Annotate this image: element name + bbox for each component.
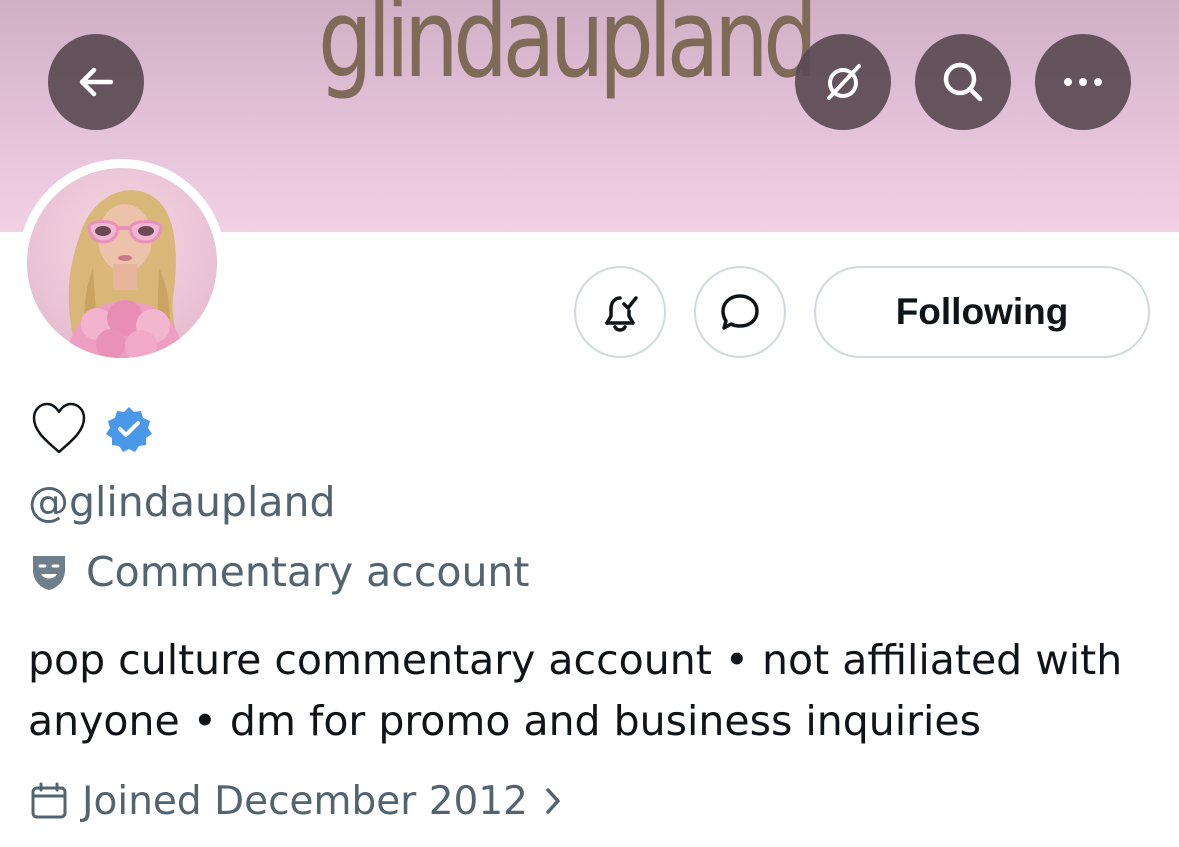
bio-line-2: anyone • dm for promo and business inqui…: [28, 697, 981, 745]
search-button[interactable]: [915, 34, 1011, 130]
joined-date[interactable]: Joined December 2012: [30, 776, 562, 826]
calendar-icon: [31, 782, 67, 819]
avatar[interactable]: [27, 168, 217, 358]
account-label-text: Commentary account: [86, 548, 530, 596]
verified-badge-icon: [106, 407, 152, 452]
avatar-image: [67, 190, 187, 358]
bio-line-1: pop culture commentary account • not aff…: [28, 636, 1123, 684]
theater-mask-icon: [33, 556, 65, 590]
back-button[interactable]: [48, 34, 144, 130]
bell-check-icon: [605, 296, 638, 332]
profile-bio: pop culture commentary account • not aff…: [28, 630, 1148, 752]
profile-handle: @glindaupland: [28, 478, 336, 526]
grok-icon: [827, 64, 861, 100]
banner-title: glindaupland: [318, 0, 818, 102]
more-horizontal-icon: [1064, 78, 1102, 86]
joined-text: Joined December 2012: [82, 778, 528, 824]
more-button[interactable]: [1035, 34, 1131, 130]
display-name: [30, 397, 154, 461]
heart-outline-icon: [32, 402, 86, 454]
message-button[interactable]: [694, 266, 786, 358]
account-label[interactable]: Commentary account: [30, 545, 530, 599]
message-bubble-icon: [721, 294, 759, 330]
arrow-left-icon: [79, 67, 114, 97]
following-button[interactable]: Following: [814, 266, 1150, 358]
chevron-right-icon: [546, 788, 560, 814]
grok-button[interactable]: [795, 34, 891, 130]
notifications-button[interactable]: [574, 266, 666, 358]
search-icon: [943, 62, 983, 102]
